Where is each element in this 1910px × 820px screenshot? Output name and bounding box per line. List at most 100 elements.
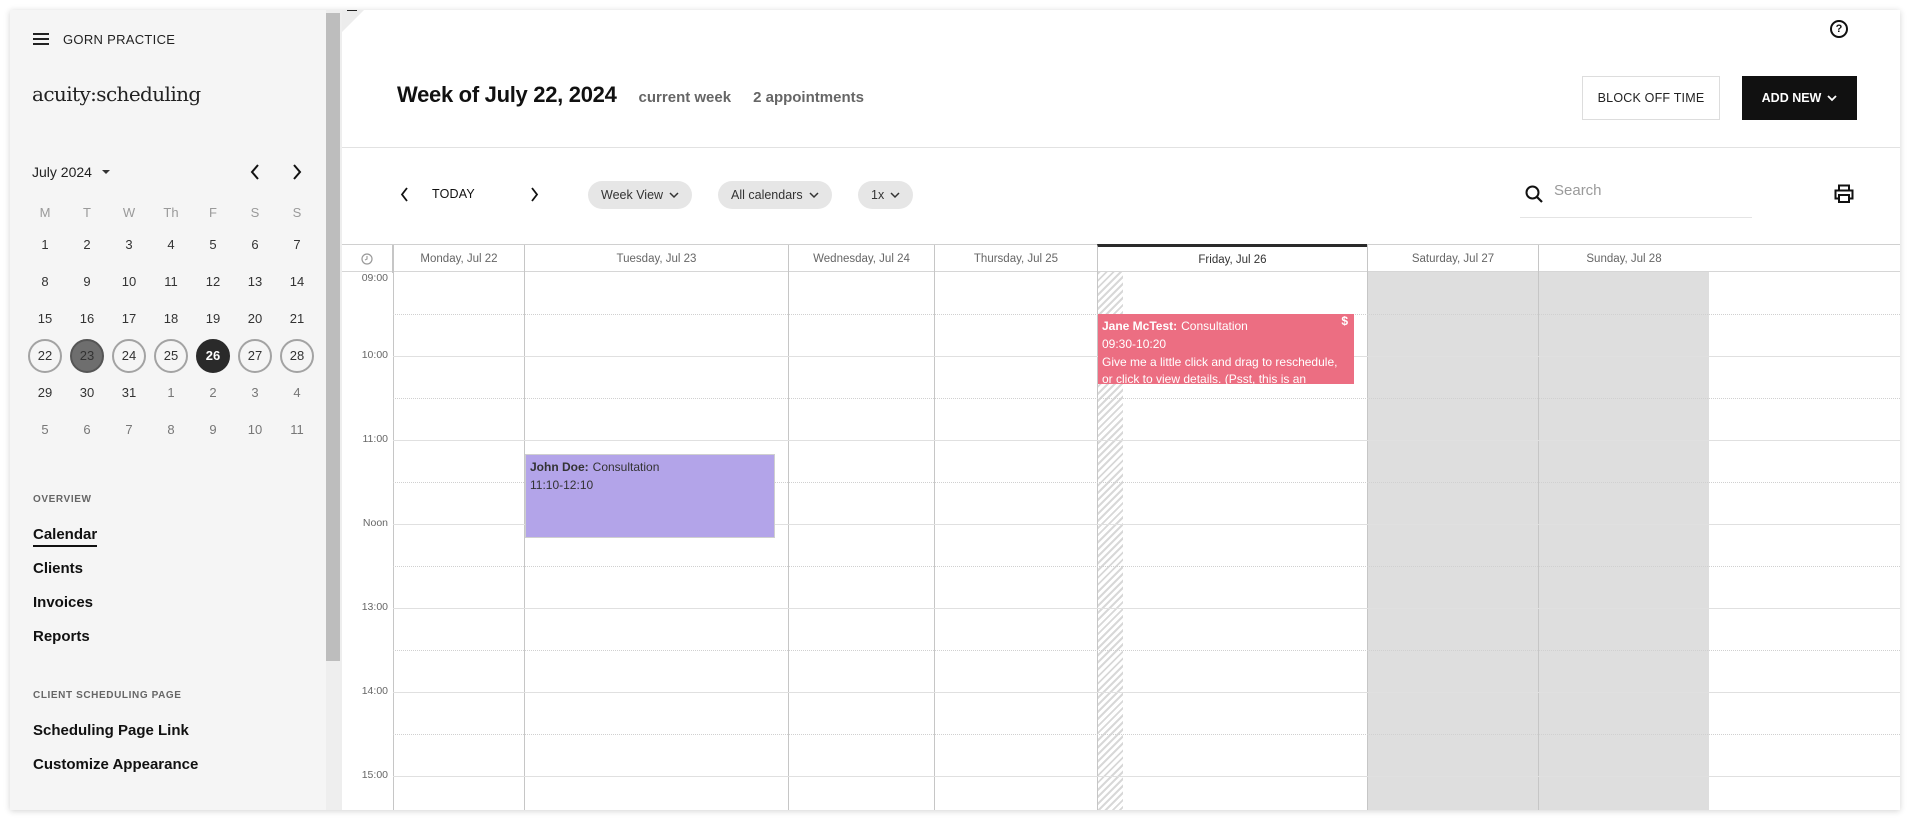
hour-label: Noon [362,517,388,529]
prev-week-button[interactable] [394,182,414,206]
next-month-button[interactable] [285,160,309,184]
sidebar-item-invoices[interactable]: Invoices [33,594,93,611]
sidebar-item-clients[interactable]: Clients [33,560,83,577]
mini-calendar-day[interactable]: 24 [108,337,150,374]
weekday-label: S [250,204,260,220]
appointment-card[interactable]: John Doe: Consultation 11:10-12:10 [525,454,775,538]
prev-month-button[interactable] [243,160,267,184]
mini-calendar-day[interactable]: 25 [150,337,192,374]
day-number: 8 [41,274,49,289]
mini-calendar-day[interactable]: 10 [234,411,276,448]
day-column-header[interactable]: Saturday, Jul 27 [1367,245,1538,273]
mini-calendar-day[interactable]: 31 [108,374,150,411]
mini-calendar-day[interactable]: 9 [66,263,108,300]
day-number: 5 [41,422,49,437]
mini-calendar-day[interactable]: 5 [192,226,234,263]
sidebar-item-scheduling-page-link[interactable]: Scheduling Page Link [33,722,189,739]
day-column[interactable] [1367,272,1538,810]
mini-calendar-day[interactable]: 23 [66,337,108,374]
mini-calendar-day[interactable]: 11 [150,263,192,300]
mini-calendar-day[interactable]: 2 [192,374,234,411]
sidebar-item-reports[interactable]: Reports [33,628,90,645]
day-number: 6 [251,237,259,252]
day-number: 3 [125,237,133,252]
mini-calendar-day[interactable]: 6 [234,226,276,263]
view-select[interactable]: Week View [588,181,693,209]
mini-calendar-day[interactable]: 12 [192,263,234,300]
day-column[interactable] [1538,272,1709,810]
mini-calendar-day[interactable]: 26 [192,337,234,374]
mini-calendar-day[interactable]: 30 [66,374,108,411]
day-column-header[interactable]: Wednesday, Jul 24 [788,245,934,273]
mini-calendar-day[interactable]: 4 [276,374,318,411]
day-column-header[interactable]: Thursday, Jul 25 [934,245,1097,273]
mini-calendar-day[interactable]: 7 [276,226,318,263]
mini-calendar-day[interactable]: 1 [150,374,192,411]
day-column[interactable] [393,272,524,810]
mini-calendar-day[interactable]: 20 [234,300,276,337]
mini-calendar-day[interactable]: 15 [24,300,66,337]
mini-calendar-day[interactable]: 6 [66,411,108,448]
mini-calendar-day[interactable]: 18 [150,300,192,337]
day-number: 13 [247,274,263,289]
next-week-button[interactable] [524,182,544,206]
mini-calendar-day[interactable]: 3 [108,226,150,263]
caret-down-icon [101,170,110,174]
mini-calendar-day[interactable]: 10 [108,263,150,300]
mini-calendar-day[interactable]: 9 [192,411,234,448]
add-new-button[interactable]: ADD NEW [1742,76,1857,120]
mini-calendar-day[interactable]: 21 [276,300,318,337]
day-number: 25 [154,338,188,373]
sidebar-scrollbar-thumb[interactable] [326,13,340,661]
mini-calendar-day[interactable]: 29 [24,374,66,411]
help-icon[interactable]: ? [1830,20,1848,38]
appointment-client: John Doe: [530,460,589,474]
sidebar-item-customize-appearance[interactable]: Customize Appearance [33,756,198,773]
mini-calendar-day[interactable]: 7 [108,411,150,448]
day-number: 31 [121,385,137,400]
search-input[interactable] [1554,182,1744,199]
mini-calendar-day[interactable]: 14 [276,263,318,300]
day-number: 16 [79,311,95,326]
day-column-header[interactable]: Sunday, Jul 28 [1538,245,1709,273]
sidebar-item-calendar[interactable]: Calendar [33,526,98,547]
mini-calendar-day[interactable]: 22 [24,337,66,374]
zoom-select[interactable]: 1x [858,181,914,209]
mini-calendar-day[interactable]: 8 [150,411,192,448]
current-week-label: current week [638,89,732,106]
today-button[interactable]: TODAY [432,182,475,206]
corner-fold [342,10,364,32]
day-column-header[interactable]: Monday, Jul 22 [393,245,524,273]
mini-calendar-day[interactable]: 19 [192,300,234,337]
mini-calendar-day[interactable]: 2 [66,226,108,263]
mini-calendar-day[interactable]: 27 [234,337,276,374]
mini-calendar-day[interactable]: 13 [234,263,276,300]
mini-calendar-day[interactable]: 16 [66,300,108,337]
day-column[interactable] [524,272,788,810]
mini-calendar-day[interactable]: 8 [24,263,66,300]
print-icon[interactable] [1834,184,1854,204]
mini-calendar-day[interactable]: 3 [234,374,276,411]
day-number: 18 [163,311,179,326]
month-selector[interactable]: July 2024 [32,164,110,180]
mini-calendar-day[interactable]: 28 [276,337,318,374]
mini-calendar-day[interactable]: 11 [276,411,318,448]
mini-calendar-day[interactable]: 1 [24,226,66,263]
hamburger-menu-icon[interactable] [33,33,49,46]
weekday-label: Th [163,204,179,220]
day-column[interactable] [788,272,934,810]
hour-gridline [393,692,1900,693]
day-column[interactable] [934,272,1097,810]
mini-calendar-day[interactable]: 4 [150,226,192,263]
day-column-header[interactable]: Friday, Jul 26 [1097,244,1367,273]
appointment-card[interactable]: Jane McTest: Consultation 09:30-10:20 Give … [1098,314,1354,384]
calendar-select[interactable]: All calendars [718,181,832,209]
weekday-label: W [122,204,136,220]
block-off-time-button[interactable]: BLOCK OFF TIME [1582,76,1720,120]
mini-calendar-day[interactable]: 17 [108,300,150,337]
mini-calendar-grid: M T W Th F S S 1 2 3 4 5 6 7 8 9 10 11 12 13 14 15 16 17 18 19 20 2… [24,198,322,448]
day-number: 27 [238,338,272,373]
day-column-header[interactable]: Tuesday, Jul 23 [524,245,788,273]
hour-label: 10:00 [361,349,388,361]
mini-calendar-day[interactable]: 5 [24,411,66,448]
